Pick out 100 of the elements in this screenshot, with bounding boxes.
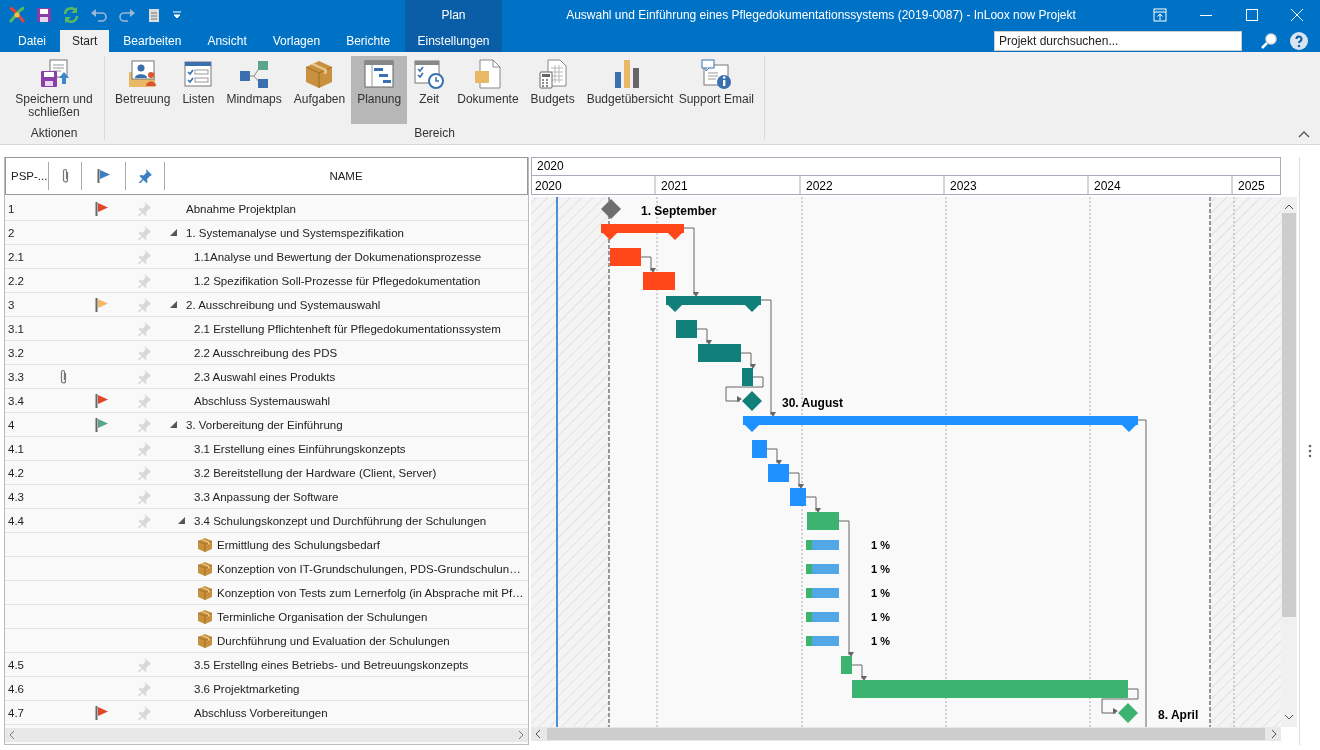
task-bar[interactable] (610, 248, 641, 266)
table-row[interactable]: 1 Abnahme Projektplan (5, 197, 528, 221)
progress-bar[interactable] (806, 636, 839, 646)
refresh-icon[interactable] (62, 6, 80, 24)
ribbon-button[interactable]: Budgetübersicht (580, 56, 673, 124)
table-row[interactable]: 4 3. Vorbereitung der Einführung (5, 413, 528, 437)
task-bar[interactable] (790, 488, 806, 506)
task-name[interactable]: Konzeption von IT-Grundschulungen, PDS-Grundschulun… (217, 562, 521, 575)
ribbon-button[interactable]: Mindmaps (220, 56, 288, 124)
horizontal-scrollbar[interactable] (531, 727, 1281, 741)
summary-bar[interactable] (743, 416, 1138, 432)
save-icon[interactable] (36, 7, 52, 23)
table-row[interactable]: 4.2 3.2 Bereitstellung der Hardware (Client, Server) (5, 461, 528, 485)
expand-arrow-icon[interactable] (170, 229, 177, 236)
scroll-left-icon[interactable] (9, 730, 15, 740)
table-row[interactable]: 4.4 3.4 Schulungskonzept und Durchführung der Schulungen (5, 509, 528, 533)
ribbon-button[interactable]: Aufgaben (287, 56, 352, 124)
task-name[interactable]: Abschluss Systemauswahl (194, 394, 331, 407)
horizontal-scrollbar[interactable] (5, 728, 528, 742)
task-name[interactable]: 2. Ausschreibung und Systemauswahl (186, 298, 381, 311)
undo-icon[interactable] (90, 7, 108, 23)
task-name[interactable]: 1.2 Spezifikation Soll-Prozesse für Pflegedokumentation (194, 274, 481, 287)
task-name[interactable]: 3.2 Bereitstellung der Hardware (Client, Server) (194, 466, 437, 479)
expand-arrow-icon[interactable] (170, 301, 177, 308)
task-bar[interactable] (752, 440, 767, 458)
scroll-right-icon[interactable] (518, 730, 524, 740)
table-row[interactable]: 4.5 3.5 Erstellng eines Betriebs- und Betreuungskonzepts (5, 653, 528, 677)
ribbon-tab[interactable]: Datei (6, 30, 58, 52)
task-name[interactable]: Konzeption von Tests zum Lernerfolg (in Absprache mit Pf… (217, 586, 524, 599)
table-row[interactable]: 3.1 2.1 Erstellung Pflichtenheft für Pflegedokumentationssystem (5, 317, 528, 341)
task-name[interactable]: Abschluss Vorbereitungen (194, 706, 328, 719)
ribbon-tab[interactable]: Berichte (334, 30, 403, 52)
task-bar[interactable] (742, 368, 753, 386)
task-name[interactable]: 3.6 Projektmarketing (194, 682, 300, 695)
milestone-diamond[interactable] (742, 391, 762, 411)
task-bar[interactable] (807, 512, 839, 530)
scroll-right-icon[interactable] (1271, 729, 1277, 739)
table-row[interactable]: 2 1. Systemanalyse und Systemspezifikation (5, 221, 528, 245)
table-row[interactable]: 2.1 1.1Analyse und Bewertung der Dokumenationsprozesse (5, 245, 528, 269)
splitter-handle-icon[interactable] (1308, 444, 1312, 458)
ribbon-button[interactable]: Dokumente (451, 56, 525, 124)
vertical-scrollbar[interactable] (1281, 197, 1297, 727)
table-row[interactable]: 3 2. Ausschreibung und Systemauswahl (5, 293, 528, 317)
task-bar[interactable] (852, 680, 1128, 698)
expand-arrow-icon[interactable] (170, 421, 177, 428)
ribbon-tab[interactable]: Vorlagen (260, 30, 333, 52)
task-name[interactable]: 1. Systemanalyse und Systemspezifikation (186, 226, 404, 239)
task-name[interactable]: Terminliche Organisation der Schulungen (217, 610, 428, 623)
column-header[interactable]: NAME (329, 170, 363, 182)
task-name[interactable]: 3.1 Erstellung eines Einführungskonzepts (194, 442, 406, 455)
table-row[interactable]: 3.4 Abschluss Systemauswahl (5, 389, 528, 413)
flag-icon[interactable] (96, 169, 111, 183)
ribbon-button[interactable]: Zeit (407, 56, 452, 124)
progress-bar[interactable] (806, 540, 839, 550)
progress-bar[interactable] (806, 612, 839, 622)
task-bar[interactable] (676, 320, 697, 338)
task-name[interactable]: Abnahme Projektplan (186, 202, 296, 215)
ribbon-button[interactable]: Speichern und schließen (8, 56, 100, 124)
task-bar[interactable] (841, 656, 852, 674)
task-name[interactable]: Ermittlung des Schulungsbedarf (217, 538, 380, 551)
expand-arrow-icon[interactable] (178, 517, 185, 524)
milestone-diamond[interactable] (1118, 703, 1138, 723)
table-row[interactable]: 3.2 2.2 Ausschreibung des PDS (5, 341, 528, 365)
maximize-icon[interactable] (1245, 9, 1258, 21)
table-row[interactable]: 4.6 3.6 Projektmarketing (5, 677, 528, 701)
scroll-up-icon[interactable] (1284, 203, 1294, 211)
pin-icon[interactable] (138, 169, 152, 183)
summary-bar[interactable] (666, 296, 761, 312)
task-name[interactable]: 3.4 Schulungskonzept und Durchführung der Schulungen (194, 514, 487, 527)
table-row[interactable]: 4.3 3.3 Anpassung der Software (5, 485, 528, 509)
scroll-down-icon[interactable] (1284, 713, 1294, 721)
task-name[interactable]: 2.2 Ausschreibung des PDS (194, 346, 338, 359)
clipboard-icon[interactable] (146, 7, 162, 23)
table-row[interactable]: 2.2 1.2 Spezifikation Soll-Prozesse für Pflegedokumentation (5, 269, 528, 293)
close-icon[interactable] (1291, 9, 1304, 21)
paperclip-icon[interactable] (59, 368, 68, 385)
table-row[interactable]: 4.1 3.1 Erstellung eines Einführungskonzepts (5, 437, 528, 461)
task-bar[interactable] (643, 272, 675, 290)
ribbon-button[interactable]: Budgets (524, 56, 581, 124)
dropdown-caret-icon[interactable] (172, 11, 182, 19)
task-bar[interactable] (698, 344, 741, 362)
ribbon-tab[interactable]: Start (60, 30, 110, 52)
summary-bar[interactable] (601, 224, 684, 240)
search-field[interactable]: Projekt durchsuchen... (994, 31, 1242, 51)
task-name[interactable]: 2.3 Auswahl eines Produkts (194, 370, 336, 383)
ribbon-button[interactable]: Support Email (672, 56, 760, 124)
column-header[interactable]: PSP-... (11, 170, 48, 182)
ribbon-button[interactable]: Betreuung (109, 56, 177, 124)
search-icon[interactable] (1260, 32, 1278, 50)
ribbon-display-icon[interactable] (1152, 8, 1167, 22)
help-icon[interactable] (1290, 32, 1308, 50)
milestone-diamond[interactable] (601, 199, 621, 219)
redo-icon[interactable] (118, 7, 136, 23)
ribbon-button[interactable]: Listen (176, 56, 221, 124)
progress-bar[interactable] (806, 588, 839, 598)
progress-bar[interactable] (806, 564, 839, 574)
task-name[interactable]: 3.5 Erstellng eines Betriebs- und Betreuungskonzepts (194, 658, 469, 671)
task-bar[interactable] (768, 464, 789, 482)
task-name[interactable]: 3.3 Anpassung der Software (194, 490, 339, 503)
task-name[interactable]: 1.1Analyse und Bewertung der Dokumenationsprozesse (194, 250, 482, 263)
